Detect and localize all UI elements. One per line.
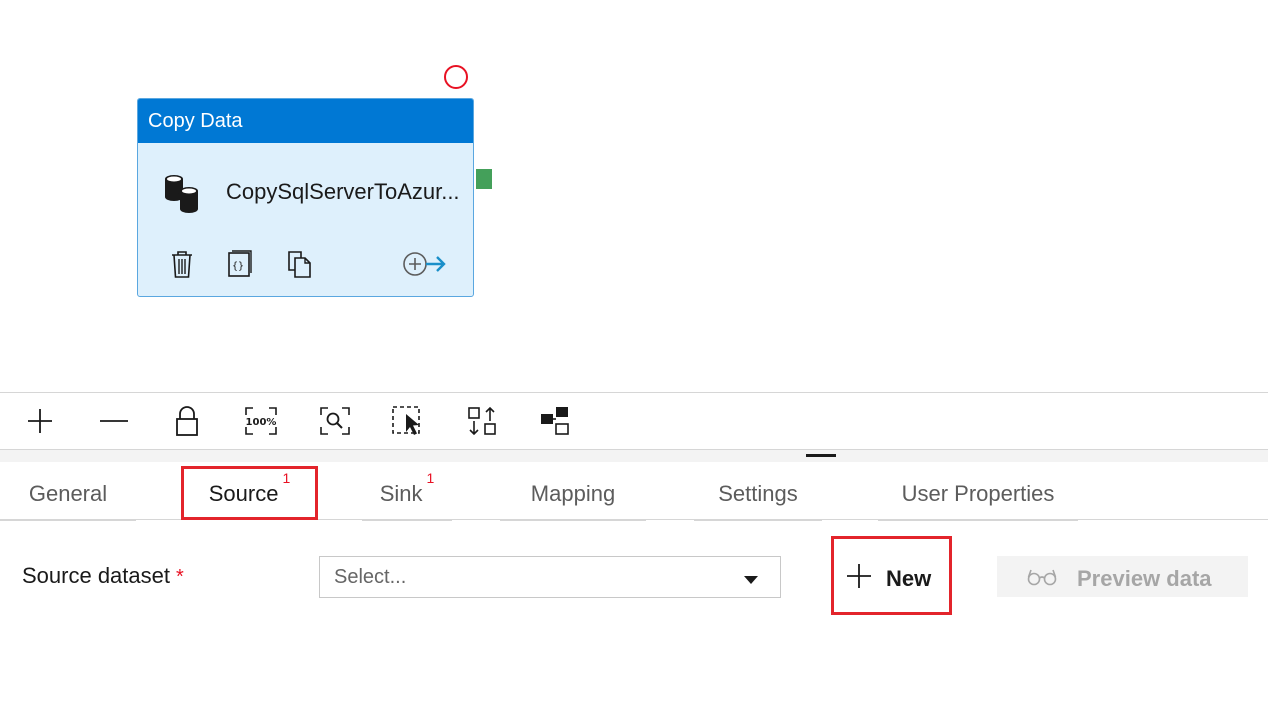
pipeline-canvas[interactable]: Copy Data CopySqlServerToAzur... {} — [0, 0, 1268, 392]
lock-button[interactable] — [170, 404, 204, 438]
plus-icon — [847, 564, 871, 588]
zoom-100-button[interactable]: 100% — [244, 404, 278, 438]
caret-down-icon — [744, 576, 758, 584]
source-tab-highlight — [181, 466, 318, 520]
zoom-in-button[interactable] — [23, 404, 57, 438]
minus-icon — [100, 420, 128, 422]
svg-text:{}: {} — [232, 261, 244, 272]
zoom-fit-icon — [320, 407, 350, 435]
show-lineage-button[interactable] — [538, 404, 572, 438]
multi-select-button[interactable] — [391, 404, 425, 438]
success-output-port[interactable] — [476, 169, 492, 189]
tab-user-properties[interactable]: User Properties — [878, 462, 1078, 521]
zoom-to-fit-button[interactable] — [318, 404, 352, 438]
tab-sink[interactable]: Sink1 — [362, 462, 452, 521]
source-dataset-label: Source dataset * — [22, 563, 184, 588]
tab-mapping[interactable]: Mapping — [500, 462, 646, 521]
lock-icon — [176, 406, 198, 436]
select-value: Select... — [334, 566, 407, 588]
splitter-handle[interactable] — [806, 454, 836, 457]
clone-icon[interactable] — [286, 249, 314, 279]
preview-data-button[interactable]: Preview data — [997, 556, 1248, 597]
preview-button-label: Preview data — [1077, 566, 1212, 591]
zoom-100-icon: 100% — [245, 407, 277, 435]
svg-text:100%: 100% — [246, 417, 277, 428]
database-icon — [165, 175, 198, 213]
canvas-toolbar: 100% — [0, 392, 1268, 450]
auto-align-icon — [468, 406, 496, 436]
lineage-icon — [541, 407, 569, 435]
copy-data-activity[interactable]: Copy Data CopySqlServerToAzur... {} — [137, 98, 474, 297]
plus-icon — [28, 409, 52, 433]
tab-general[interactable]: General — [0, 462, 136, 521]
delete-icon[interactable] — [168, 249, 196, 279]
activity-type-label: Copy Data — [138, 99, 473, 143]
required-marker: * — [175, 566, 184, 588]
panel-splitter[interactable] — [0, 450, 1268, 462]
activity-name: CopySqlServerToAzur... — [226, 179, 460, 204]
tab-sink-badge: 1 — [426, 470, 435, 486]
validation-status-circle — [444, 65, 468, 89]
zoom-out-button[interactable] — [97, 404, 131, 438]
code-view-icon[interactable]: {} — [226, 249, 254, 279]
new-button-label: New — [886, 566, 932, 591]
glasses-icon — [1027, 569, 1057, 586]
tab-settings[interactable]: Settings — [694, 462, 822, 521]
auto-align-button[interactable] — [465, 404, 499, 438]
source-dataset-select[interactable]: Select... — [319, 556, 781, 598]
new-dataset-button[interactable]: New — [831, 536, 952, 615]
select-pointer-icon — [392, 406, 420, 435]
add-output-icon[interactable] — [402, 249, 448, 279]
